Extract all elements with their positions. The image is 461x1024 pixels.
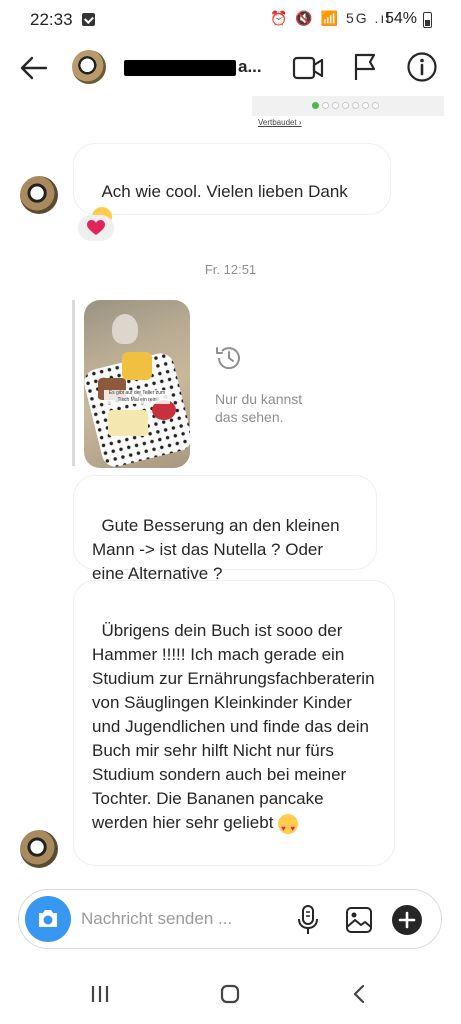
status-bar: 22:33 ⏰ 🔇 📶 5G .ıl 54% [0, 0, 461, 40]
carousel-dots [312, 102, 379, 109]
chat-header: a... [0, 44, 461, 92]
recents-icon [91, 986, 109, 1002]
history-icon [213, 342, 245, 374]
nav-back-button[interactable] [350, 984, 370, 1004]
message-bubble[interactable]: Gute Besserung an den kleinen Mann -> is… [73, 475, 377, 583]
back-button[interactable] [18, 54, 50, 82]
carousel-dot [332, 102, 339, 109]
story-reply-line [72, 300, 75, 466]
story-image-detail [112, 314, 138, 344]
avatar[interactable] [20, 830, 58, 868]
message-composer [18, 889, 442, 949]
system-nav-bar [0, 964, 461, 1024]
carousel-dot [322, 102, 329, 109]
microphone-icon [298, 905, 318, 934]
arrow-left-icon [20, 56, 48, 80]
redacted-name [124, 59, 236, 76]
voice-message-button[interactable] [297, 904, 319, 936]
contact-name[interactable]: a... [124, 57, 262, 77]
story-image-detail [122, 352, 152, 380]
status-time: 22:33 [30, 10, 73, 29]
info-icon [407, 52, 437, 82]
flag-icon [354, 53, 376, 80]
carousel-dot [362, 102, 369, 109]
image-icon [346, 907, 372, 933]
report-button[interactable] [352, 52, 378, 82]
message-input[interactable] [81, 906, 281, 932]
home-icon [220, 984, 240, 1004]
message-bubble[interactable]: Ach wie cool. Vielen lieben Dank [73, 143, 391, 234]
gallery-button[interactable] [345, 906, 373, 934]
carousel-dot [342, 102, 349, 109]
story-image-detail [108, 410, 148, 436]
video-camera-icon [292, 56, 324, 80]
story-visibility-note: Nur du kannst das sehen. [215, 391, 303, 425]
message-bubble[interactable]: Übrigens dein Buch ist sooo der Hammer !… [73, 580, 395, 866]
camera-button[interactable] [25, 896, 71, 942]
message-text: Gute Besserung an den kleinen Mann -> is… [92, 516, 345, 583]
smiling-hearts-emoji [278, 813, 299, 841]
status-icons: ⏰ 🔇 📶 5G .ıl [270, 10, 392, 26]
notification-icon [82, 13, 95, 26]
carousel-dot [372, 102, 379, 109]
avatar[interactable] [72, 50, 106, 84]
camera-icon [39, 910, 57, 927]
chevron-left-icon [353, 984, 365, 1004]
shared-post-link[interactable]: Vertbaudet › [258, 118, 302, 127]
message-timestamp: Fr. 12:51 [204, 262, 257, 277]
info-button[interactable] [405, 50, 439, 84]
plus-circle-icon [392, 905, 422, 935]
message-text: Ach wie cool. Vielen lieben Dank [101, 182, 353, 201]
reaction-badge[interactable] [78, 215, 114, 241]
battery-level: 54% [385, 10, 418, 27]
recents-button[interactable] [90, 984, 110, 1004]
more-options-button[interactable] [391, 904, 423, 936]
story-thumbnail[interactable]: Es gibt auf der Teller zum Tisch Mal ein… [84, 300, 190, 468]
story-caption: Es gibt auf der Teller zum Tisch Mal ein… [104, 390, 170, 404]
battery-icon [423, 12, 432, 28]
video-call-button[interactable] [292, 54, 324, 82]
heart-icon [87, 220, 105, 235]
home-button[interactable] [220, 984, 240, 1004]
avatar[interactable] [20, 176, 58, 214]
message-text: Übrigens dein Buch ist sooo der Hammer !… [92, 621, 380, 832]
carousel-dot [312, 102, 319, 109]
carousel-dot [352, 102, 359, 109]
